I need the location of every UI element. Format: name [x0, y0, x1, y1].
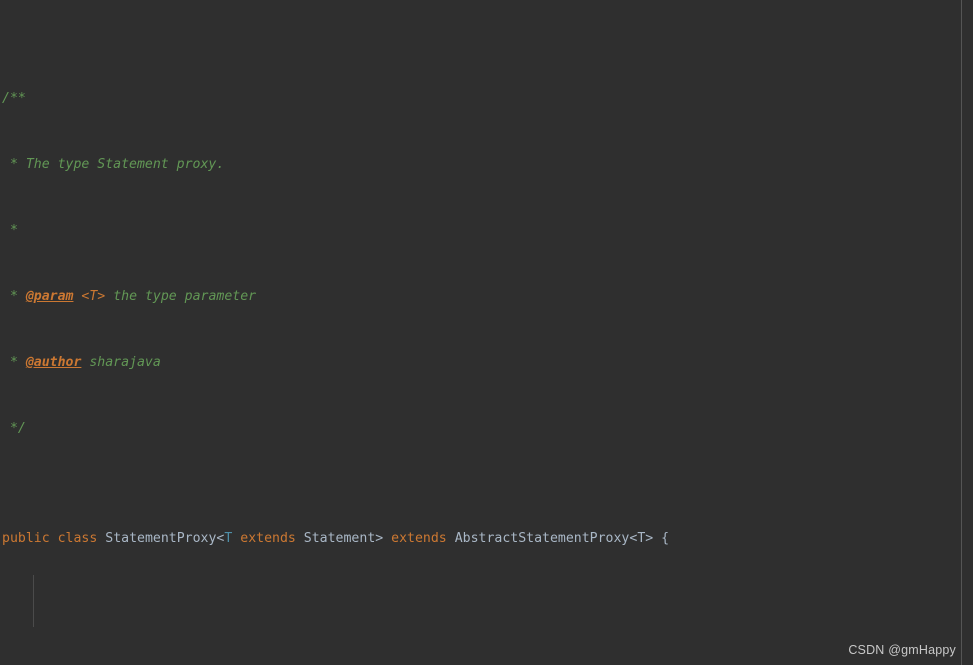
javadoc-description: * The type Statement proxy.: [2, 157, 225, 172]
generic-bound-keyword: extends: [240, 531, 296, 546]
code-editor[interactable]: /** * The type Statement proxy. * * @par…: [0, 0, 973, 665]
right-margin-line: [961, 0, 962, 665]
code-line-blank-1[interactable]: [0, 638, 973, 660]
indent-guide-execute-body: [33, 575, 34, 627]
javadoc-param-type: <T>: [81, 289, 106, 304]
superclass-name: AbstractStatementProxy: [454, 531, 630, 546]
code-content[interactable]: /** * The type Statement proxy. * * @par…: [0, 0, 973, 665]
javadoc-param-tag: @param: [25, 289, 74, 304]
class-modifier: public: [2, 531, 50, 546]
code-line-javadoc-author[interactable]: * @author sharajava: [0, 352, 973, 374]
class-name: StatementProxy: [105, 531, 217, 546]
javadoc-open: /**: [2, 91, 26, 106]
javadoc-param-prefix: *: [2, 289, 26, 304]
code-line-javadoc-open[interactable]: /**: [0, 88, 973, 110]
code-line-javadoc-param[interactable]: * @param <T> the type parameter: [0, 286, 973, 308]
watermark-label: CSDN @gmHappy: [848, 643, 956, 657]
generic-bound-type: Statement: [303, 531, 376, 546]
code-line-javadoc-close[interactable]: */: [0, 418, 973, 440]
javadoc-author-name: sharajava: [89, 355, 161, 370]
extends-keyword: extends: [391, 531, 447, 546]
javadoc-author-prefix: *: [2, 355, 26, 370]
superclass-generic: <T>: [629, 531, 654, 546]
code-line-javadoc-description[interactable]: * The type Statement proxy.: [0, 154, 973, 176]
code-line-class-declaration[interactable]: public class StatementProxy<T extends St…: [0, 528, 973, 550]
javadoc-blank: *: [2, 223, 18, 238]
javadoc-close: */: [2, 421, 26, 436]
code-line-javadoc-blank[interactable]: *: [0, 220, 973, 242]
javadoc-param-description: the type parameter: [113, 289, 257, 304]
javadoc-author-tag: @author: [25, 355, 82, 370]
class-keyword: class: [57, 531, 98, 546]
class-open-brace: {: [661, 531, 670, 546]
